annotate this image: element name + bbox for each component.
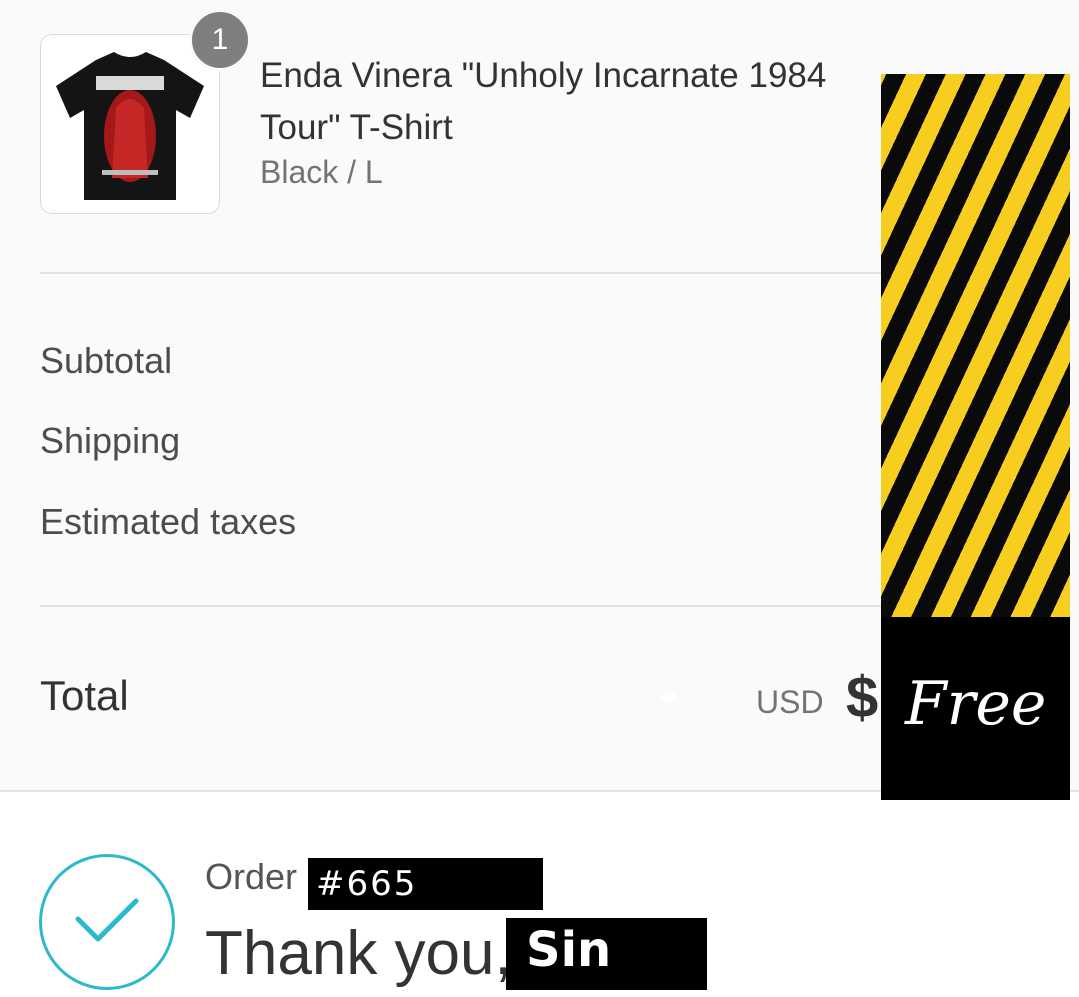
- line-item: 1 Enda Vinera "Unholy Incarnate 1984 Tou…: [40, 9, 880, 214]
- product-variant: Black / L: [260, 154, 383, 190]
- order-label: Order: [205, 856, 298, 897]
- hazard-stripe-overlay: [881, 74, 1070, 617]
- order-number: #665: [316, 864, 418, 904]
- customer-name: Sin: [526, 922, 612, 978]
- checkmark-circle-icon: [39, 854, 175, 990]
- thank-you-heading: Thank you,: [205, 919, 512, 988]
- order-number-overlay: #665: [308, 858, 543, 910]
- shipping-label: Shipping: [40, 420, 181, 461]
- currency-code: USD: [756, 684, 824, 720]
- product-thumbnail: 1: [40, 9, 251, 214]
- product-name: Enda Vinera "Unholy Incarnate 1984 Tour"…: [260, 56, 827, 147]
- checkmark-icon: [75, 898, 139, 942]
- quantity-badge: 1: [189, 9, 251, 71]
- total-overlay: Free: [881, 617, 1070, 800]
- total-label: Total: [40, 672, 129, 719]
- smudge-mark: [661, 692, 677, 702]
- tshirt-image: [44, 38, 216, 210]
- customer-name-overlay: Sin: [506, 918, 707, 990]
- currency-symbol: $: [846, 665, 879, 730]
- subtotal-label: Subtotal: [40, 340, 173, 381]
- total-value: Free: [905, 669, 1047, 739]
- estimated-taxes-label: Estimated taxes: [40, 501, 297, 542]
